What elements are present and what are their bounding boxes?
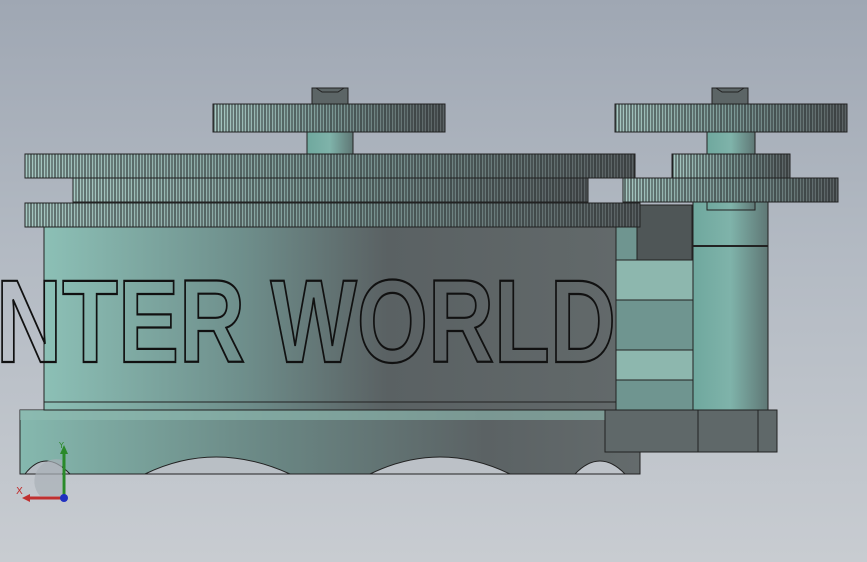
z-axis-icon	[60, 494, 68, 502]
orientation-triad: X Y	[16, 441, 68, 502]
gear-row-2[interactable]	[72, 177, 839, 203]
base-plate[interactable]	[19, 409, 778, 475]
engraved-cylinder[interactable]: NTER WORLD	[0, 223, 617, 411]
3d-viewport[interactable]: NTER WORLD X Y	[0, 0, 867, 562]
gear-row-3[interactable]	[24, 202, 641, 228]
x-axis-label: X	[16, 486, 23, 497]
top-left-gear[interactable]	[212, 103, 446, 133]
top-right-gear[interactable]	[614, 103, 848, 133]
x-axis-arrow-icon	[22, 494, 30, 502]
music-box-model[interactable]: NTER WORLD	[0, 0, 867, 562]
mechanism-housing[interactable]	[611, 204, 703, 411]
gear-row-1[interactable]	[24, 153, 791, 179]
y-axis-label: Y	[58, 441, 64, 450]
engraved-text: NTER WORLD	[0, 256, 616, 388]
